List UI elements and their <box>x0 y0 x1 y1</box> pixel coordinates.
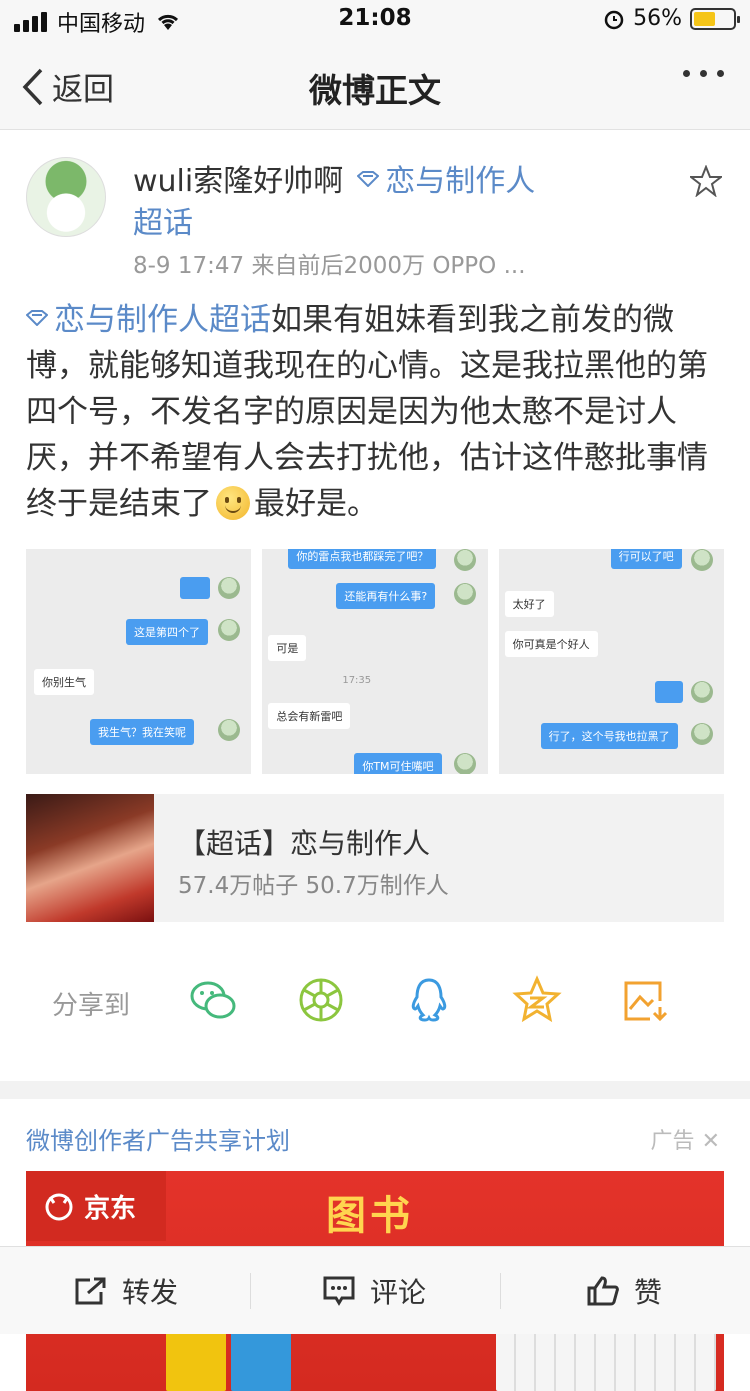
diamond-icon <box>26 310 48 326</box>
favorite-star-icon[interactable] <box>690 165 722 197</box>
close-icon: ✕ <box>701 1129 720 1154</box>
qzone-icon[interactable] <box>512 975 562 1025</box>
status-bar: 中国移动 21:08 56% <box>0 0 750 40</box>
alarm-icon <box>604 10 624 29</box>
battery-percent: 56% <box>633 6 682 31</box>
chat-bubble: 行可以了吧 <box>610 549 682 569</box>
chat-bubble: 这是第四个了 <box>126 619 208 645</box>
post-header: wuli索隆好帅啊 恋与制作人 超话 <box>133 161 653 245</box>
photo-thumbnail-1[interactable]: 这是第四个了 你别生气 我生气？我在笑呢 <box>26 549 252 774</box>
chat-avatar <box>454 583 477 605</box>
battery-icon <box>690 7 740 30</box>
share-label: 分享到 <box>52 991 131 1021</box>
comment-icon <box>323 1276 355 1306</box>
bottom-action-bar: 转发 评论 赞 <box>0 1246 750 1334</box>
author-name[interactable]: wuli索隆好帅啊 <box>133 164 343 199</box>
chat-avatar <box>218 619 240 641</box>
chat-bubble: 你TM可住嘴吧 <box>354 753 442 774</box>
wechat-icon[interactable] <box>188 975 238 1025</box>
smile-emoji-icon <box>216 486 250 520</box>
chat-avatar <box>454 549 477 571</box>
ad-headline: 图书 <box>326 1193 414 1239</box>
topic-hashtag-link[interactable]: 恋与制作人超话 <box>54 302 271 338</box>
like-label: 赞 <box>634 1276 663 1309</box>
jd-dog-icon <box>45 1193 73 1221</box>
jd-logo: 京东 <box>26 1171 166 1241</box>
ad-header: 微博创作者广告共享计划 广告 ✕ <box>0 1121 750 1161</box>
topic-card-stats: 57.4万帖子 50.7万制作人 <box>178 873 449 899</box>
topic-card-title: 【超话】恋与制作人 <box>178 827 431 860</box>
photo-grid: 这是第四个了 你别生气 我生气？我在笑呢 你的雷点我也都踩完了吧？ 还能再有什么… <box>26 549 724 774</box>
post-meta: 8-9 17:47 来自前后2000万 OPPO ... <box>133 253 526 279</box>
ad-close-button[interactable]: 广告 ✕ <box>651 1123 720 1155</box>
chat-bubble: 行了，这个号我也拉黑了 <box>540 723 678 749</box>
ad-program-link[interactable]: 微博创作者广告共享计划 <box>26 1121 290 1156</box>
comment-label: 评论 <box>370 1276 427 1309</box>
thumbs-up-icon <box>587 1276 619 1306</box>
moments-icon[interactable] <box>296 975 346 1025</box>
chat-bubble: 还能再有什么事? <box>336 583 436 609</box>
photo-thumbnail-2[interactable]: 你的雷点我也都踩完了吧？ 还能再有什么事? 可是 17:35 总会有新雷吧 你T… <box>262 549 488 774</box>
nav-bar: 返回 微博正文 <box>0 40 750 130</box>
avatar[interactable] <box>26 157 106 237</box>
more-button[interactable] <box>683 70 724 77</box>
qq-icon[interactable] <box>404 975 454 1025</box>
repost-icon <box>75 1277 106 1305</box>
chat-bubble: 总会有新雷吧 <box>268 703 351 729</box>
chat-avatar <box>690 681 713 703</box>
chat-bubble: 你的雷点我也都踩完了吧？ <box>288 549 437 569</box>
divider <box>250 1273 251 1309</box>
post-text-end: 最好是。 <box>254 486 378 522</box>
topic-tag-suffix[interactable]: 超话 <box>133 206 193 241</box>
page-title: 微博正文 <box>309 71 441 110</box>
chat-avatar <box>690 549 713 571</box>
repost-label: 转发 <box>122 1276 179 1309</box>
photo-thumbnail-3[interactable]: 行可以了吧 太好了 你可真是个好人 行了，这个号我也拉黑了 <box>498 549 724 774</box>
chat-bubble: 可是 <box>268 635 307 661</box>
topic-tag[interactable]: 恋与制作人 <box>385 164 535 199</box>
chat-bubble: 你可真是个好人 <box>504 631 598 657</box>
chat-avatar <box>218 577 240 599</box>
like-button[interactable]: 赞 <box>586 1247 662 1335</box>
chat-avatar <box>218 719 240 741</box>
topic-cover-image <box>26 794 154 922</box>
emoji-bubble <box>180 577 210 599</box>
divider <box>500 1273 501 1309</box>
diamond-icon <box>357 171 380 187</box>
chat-avatar <box>454 753 477 774</box>
comment-button[interactable]: 评论 <box>322 1247 426 1335</box>
section-divider <box>0 1081 750 1099</box>
jd-brand-text: 京东 <box>84 1193 137 1224</box>
emoji-bubble <box>654 681 683 703</box>
share-row: 分享到 <box>0 961 750 1041</box>
repost-button[interactable]: 转发 <box>74 1247 178 1335</box>
chat-timestamp: 17:35 <box>342 675 372 686</box>
chat-avatar <box>690 723 713 745</box>
post-body: 恋与制作人超话如果有姐妹看到我之前发的微博，就能够知道我现在的心情。这是我拉黑他… <box>26 297 726 527</box>
chat-bubble: 你别生气 <box>34 669 94 695</box>
super-topic-card[interactable]: 【超话】恋与制作人 57.4万帖子 50.7万制作人 <box>26 794 724 922</box>
save-image-icon[interactable] <box>620 975 670 1025</box>
chat-bubble: 我生气？我在笑呢 <box>90 719 194 745</box>
chat-bubble: 太好了 <box>504 591 554 617</box>
ad-label: 广告 <box>650 1129 695 1154</box>
